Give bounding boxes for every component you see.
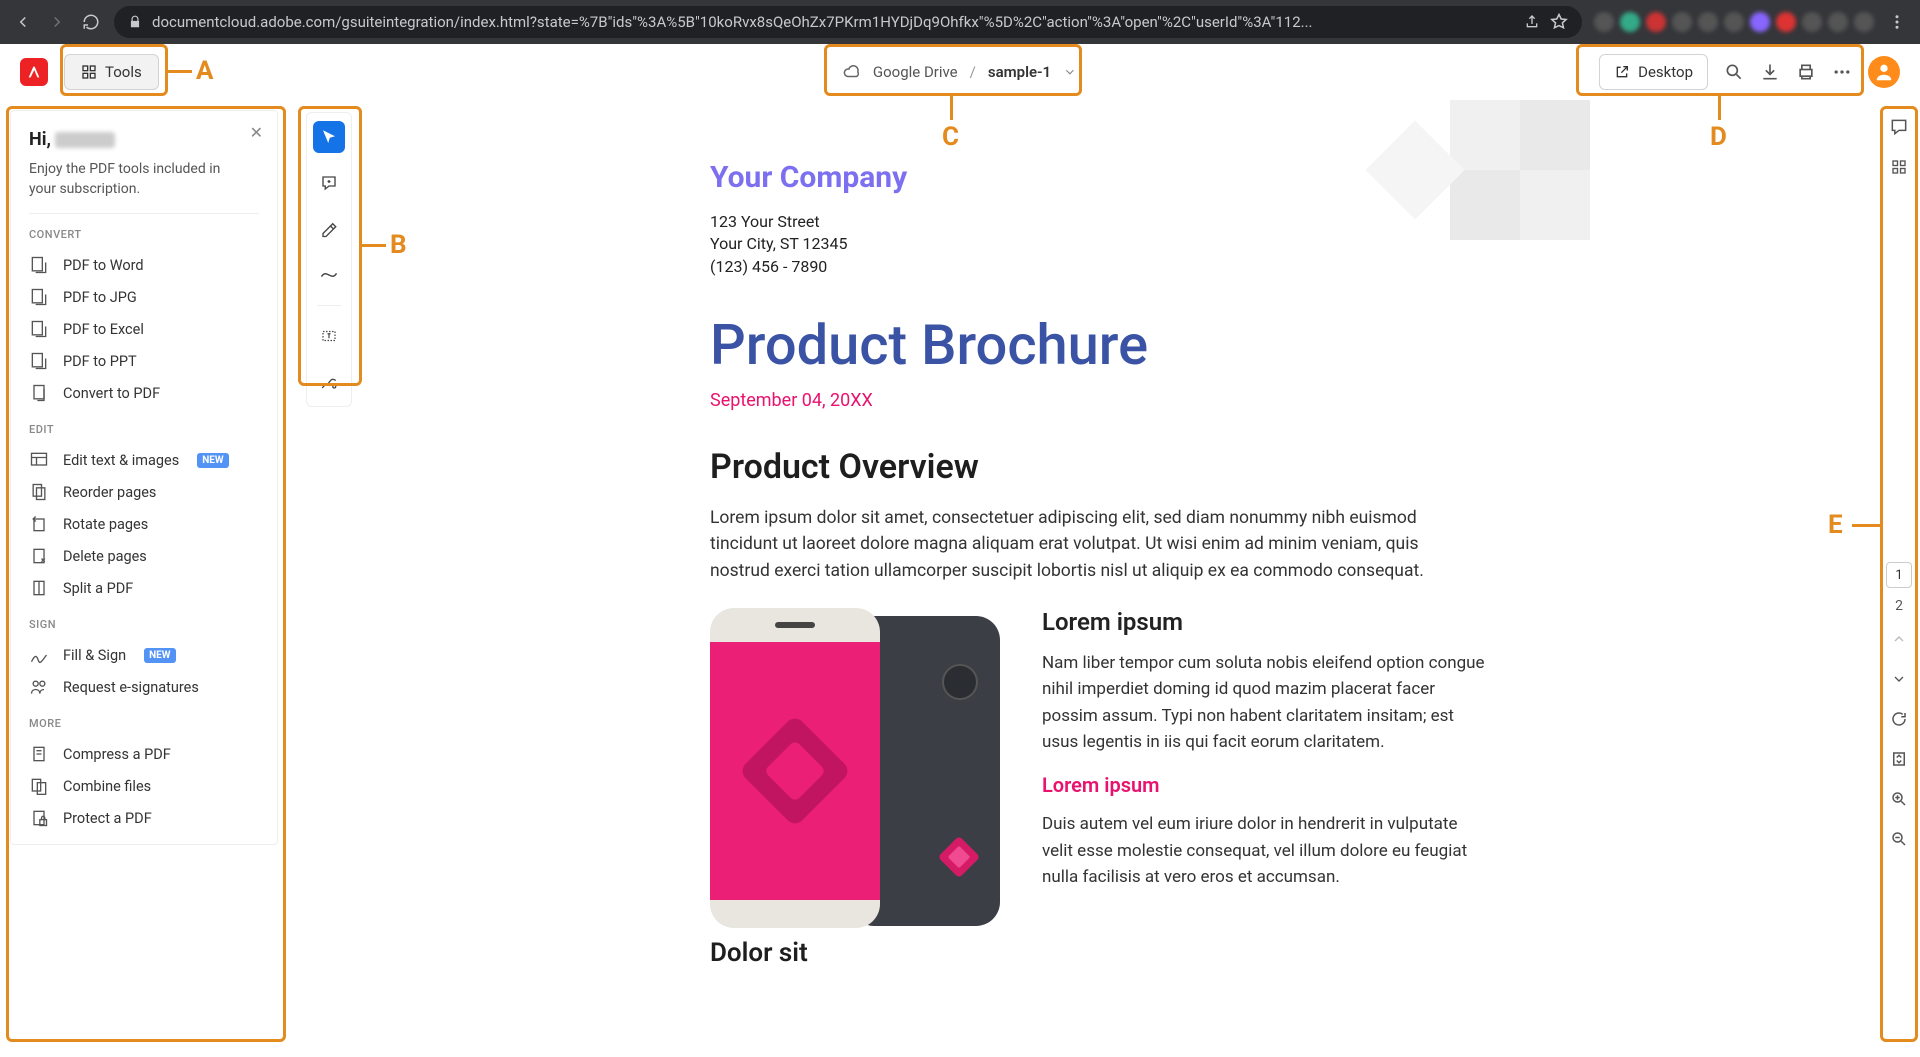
chevron-down-icon[interactable]: [1063, 65, 1077, 79]
phone-illustration: [710, 608, 1010, 928]
tool-pdf-to-word[interactable]: PDF to Word: [29, 249, 259, 281]
erase-tool[interactable]: [313, 366, 345, 398]
open-desktop-button[interactable]: Desktop: [1599, 54, 1708, 90]
group-heading-more: MORE: [29, 717, 259, 730]
download-icon[interactable]: [1760, 62, 1780, 82]
doc-title: Product Brochure: [710, 312, 1490, 378]
app-header: Tools Google Drive / sample-1 Desktop: [0, 44, 1920, 100]
tool-compress[interactable]: Compress a PDF: [29, 738, 259, 770]
more-icon[interactable]: [1832, 62, 1852, 82]
tool-delete-pages[interactable]: Delete pages: [29, 540, 259, 572]
acrobat-app: Tools Google Drive / sample-1 Desktop ✕ …: [0, 44, 1920, 1057]
page-indicator-other[interactable]: 2: [1895, 598, 1903, 614]
page-indicator-current[interactable]: 1: [1886, 562, 1912, 588]
star-icon[interactable]: [1550, 13, 1568, 31]
open-desktop-label: Desktop: [1638, 63, 1693, 81]
doc-date: September 04, 20XX: [710, 390, 1490, 411]
decorative-corner: [1330, 100, 1590, 320]
browser-chrome-bar: documentcloud.adobe.com/gsuiteintegratio…: [0, 0, 1920, 44]
divider: [29, 213, 259, 214]
tools-button-label: Tools: [105, 63, 142, 81]
zoom-in-icon[interactable]: [1884, 784, 1914, 814]
lock-icon: [128, 15, 142, 29]
tool-split-pdf[interactable]: Split a PDF: [29, 572, 259, 604]
greeting-subtitle: Enjoy the PDF tools included in your sub…: [29, 160, 259, 199]
highlight-tool[interactable]: [313, 213, 345, 245]
extension-icons: [1594, 12, 1874, 32]
draw-tool[interactable]: [313, 259, 345, 291]
doc-section3-heading: Dolor sit: [710, 938, 1490, 968]
document-viewport[interactable]: Your Company 123 Your Street Your City, …: [590, 100, 1590, 1057]
doc-section1-text: Nam liber tempor cum soluta nobis eleife…: [1042, 650, 1490, 755]
cloud-icon: [843, 63, 861, 81]
tool-pdf-to-jpg[interactable]: PDF to JPG: [29, 281, 259, 313]
main-area: ✕ Hi, Enjoy the PDF tools included in yo…: [0, 100, 1920, 1057]
tool-reorder-pages[interactable]: Reorder pages: [29, 476, 259, 508]
textbox-tool[interactable]: [313, 320, 345, 352]
close-icon[interactable]: ✕: [250, 123, 263, 142]
comment-tool[interactable]: [313, 167, 345, 199]
print-icon[interactable]: [1796, 62, 1816, 82]
tool-edit-text-images[interactable]: Edit text & imagesNEW: [29, 444, 259, 476]
tool-pdf-to-excel[interactable]: PDF to Excel: [29, 313, 259, 345]
group-heading-edit: EDIT: [29, 423, 259, 436]
address-bar[interactable]: documentcloud.adobe.com/gsuiteintegratio…: [114, 6, 1582, 38]
header-actions: Desktop: [1599, 54, 1900, 90]
breadcrumb: Google Drive / sample-1: [843, 63, 1077, 81]
breadcrumb-source[interactable]: Google Drive: [873, 63, 958, 81]
reload-icon[interactable]: [80, 11, 102, 33]
tools-panel: ✕ Hi, Enjoy the PDF tools included in yo…: [10, 110, 278, 845]
chevron-down-icon[interactable]: [1884, 664, 1914, 694]
tool-protect[interactable]: Protect a PDF: [29, 802, 259, 834]
url-text: documentcloud.adobe.com/gsuiteintegratio…: [152, 13, 1514, 31]
tool-rotate-pages[interactable]: Rotate pages: [29, 508, 259, 540]
tools-button[interactable]: Tools: [64, 54, 159, 90]
quick-tools-strip: [306, 112, 352, 407]
search-icon[interactable]: [1724, 62, 1744, 82]
doc-section2-heading: Lorem ipsum: [1042, 773, 1490, 797]
thumbnails-icon[interactable]: [1884, 152, 1914, 182]
share-icon[interactable]: [1524, 14, 1540, 30]
forward-icon[interactable]: [46, 11, 68, 33]
chevron-up-icon[interactable]: [1884, 624, 1914, 654]
adobe-logo[interactable]: [20, 58, 48, 86]
group-heading-sign: SIGN: [29, 618, 259, 631]
tool-convert-to-pdf[interactable]: Convert to PDF: [29, 377, 259, 409]
doc-overview-text: Lorem ipsum dolor sit amet, consectetuer…: [710, 505, 1430, 584]
comments-panel-icon[interactable]: [1884, 112, 1914, 142]
external-icon: [1614, 64, 1630, 80]
tool-request-esign[interactable]: Request e-signatures: [29, 671, 259, 703]
breadcrumb-file[interactable]: sample-1: [988, 63, 1051, 81]
doc-heading-overview: Product Overview: [710, 447, 1490, 487]
grid-icon: [81, 64, 97, 80]
select-tool[interactable]: [313, 121, 345, 153]
zoom-out-icon[interactable]: [1884, 824, 1914, 854]
fit-page-icon[interactable]: [1884, 744, 1914, 774]
right-rail: 1 2: [1878, 100, 1920, 1057]
back-icon[interactable]: [12, 11, 34, 33]
doc-section1-heading: Lorem ipsum: [1042, 608, 1490, 636]
pdf-page: Your Company 123 Your Street Your City, …: [590, 100, 1590, 968]
rotate-view-icon[interactable]: [1884, 704, 1914, 734]
tool-pdf-to-ppt[interactable]: PDF to PPT: [29, 345, 259, 377]
tool-combine[interactable]: Combine files: [29, 770, 259, 802]
user-avatar[interactable]: [1868, 56, 1900, 88]
breadcrumb-separator: /: [970, 63, 976, 81]
doc-section2-text: Duis autem vel eum iriure dolor in hendr…: [1042, 811, 1490, 890]
greeting: Hi,: [29, 129, 259, 150]
chrome-menu-icon[interactable]: [1886, 11, 1908, 33]
tool-fill-sign[interactable]: Fill & SignNEW: [29, 639, 259, 671]
group-heading-convert: CONVERT: [29, 228, 259, 241]
